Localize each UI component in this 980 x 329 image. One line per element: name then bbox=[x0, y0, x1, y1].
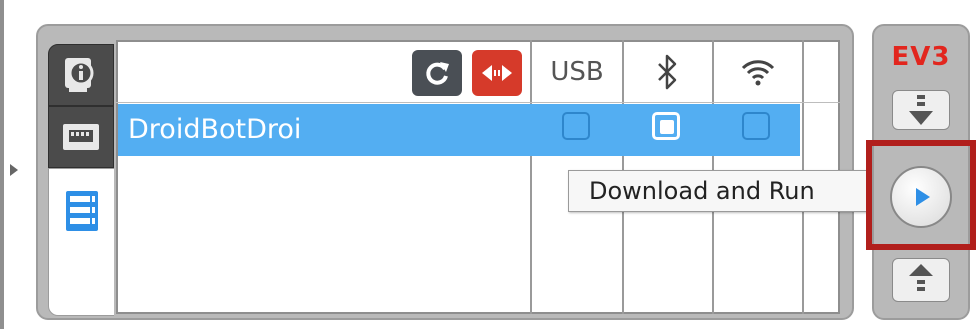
refresh-button[interactable] bbox=[412, 50, 462, 96]
usb-column-header: USB bbox=[550, 57, 604, 87]
collapse-arrow-icon[interactable] bbox=[10, 164, 18, 176]
download-and-run-button[interactable] bbox=[890, 166, 952, 228]
download-icon bbox=[909, 95, 933, 125]
port-view-icon bbox=[63, 124, 99, 150]
header-divider bbox=[116, 102, 840, 103]
refresh-icon bbox=[426, 62, 449, 85]
tab-available-bricks[interactable] bbox=[48, 168, 114, 316]
download-button[interactable] bbox=[892, 90, 950, 130]
tab-brick-info[interactable] bbox=[48, 44, 114, 106]
run-selected-button[interactable] bbox=[892, 258, 950, 302]
bluetooth-column-header bbox=[624, 48, 712, 96]
run-selected-icon bbox=[909, 264, 933, 291]
available-bricks-icon bbox=[65, 191, 98, 231]
disconnect-button[interactable] bbox=[472, 50, 522, 96]
wifi-column-header bbox=[714, 48, 802, 96]
ev3-logo: EV3 bbox=[891, 42, 951, 72]
tooltip: Download and Run bbox=[568, 170, 888, 212]
wifi-icon bbox=[741, 60, 775, 86]
brick-info-icon bbox=[65, 58, 94, 92]
hardware-tabs bbox=[48, 44, 116, 316]
wifi-connection-checkbox[interactable] bbox=[742, 112, 770, 140]
brick-name: DroidBotDroi bbox=[128, 114, 302, 145]
tab-port-view[interactable] bbox=[48, 106, 114, 168]
left-divider bbox=[0, 0, 4, 329]
usb-connection-checkbox[interactable] bbox=[562, 112, 590, 140]
disconnect-icon bbox=[482, 65, 512, 81]
bluetooth-icon bbox=[658, 54, 677, 90]
bluetooth-connection-checkbox[interactable] bbox=[652, 112, 680, 140]
play-icon bbox=[916, 188, 930, 206]
